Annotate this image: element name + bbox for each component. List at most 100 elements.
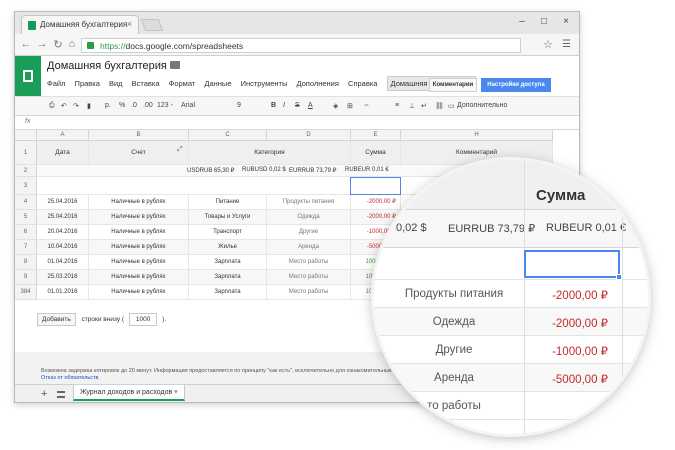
forward-icon[interactable]: → — [35, 38, 49, 50]
borders-icon[interactable]: ⊞ — [347, 102, 353, 110]
browser-tab[interactable]: Домашняя бухгалтерия × — [21, 15, 139, 34]
cell-subcategory[interactable]: Место работы — [267, 270, 351, 285]
folder-icon[interactable] — [170, 61, 180, 69]
all-sheets-icon[interactable] — [57, 391, 65, 398]
sheet-tab-dropdown-icon[interactable]: ▾ — [174, 389, 178, 396]
grid-corner[interactable] — [15, 130, 37, 141]
merge-icon[interactable]: ⇔ — [363, 102, 370, 109]
new-tab-button[interactable] — [140, 19, 164, 31]
row-number[interactable]: 4 — [15, 195, 37, 210]
cell-account[interactable]: Наличные в рублях — [89, 225, 189, 240]
undo-icon[interactable]: ↶ — [61, 102, 67, 110]
cell-date[interactable]: 01.04.2016 — [37, 255, 89, 270]
more-button[interactable]: Дополнительно — [457, 102, 507, 109]
cell-account[interactable]: Наличные в рублях — [89, 195, 189, 210]
decrease-decimals-button[interactable]: .0 — [131, 102, 137, 109]
cell-subcategory[interactable]: Место работы — [267, 255, 351, 270]
url-input[interactable]: https://docs.google.com/spreadsheets — [81, 38, 521, 53]
collapse-icon[interactable]: ⤢ — [177, 146, 183, 154]
column-header-e[interactable]: E — [351, 130, 401, 141]
home-icon[interactable]: ⌂ — [65, 38, 79, 50]
menu-edit[interactable]: Правка — [75, 79, 100, 88]
share-button[interactable]: Настройки доступа — [481, 78, 551, 92]
bookmark-star-icon[interactable]: ☆ — [543, 38, 553, 51]
row-number[interactable]: 1 — [15, 141, 37, 165]
cell-category[interactable]: Жилье — [189, 240, 267, 255]
sheets-logo-icon[interactable] — [15, 56, 41, 96]
doc-title[interactable]: Домашняя бухгалтерия — [47, 60, 167, 72]
maximize-button[interactable]: □ — [533, 16, 555, 27]
header-date[interactable]: Дата — [37, 141, 89, 165]
print-icon[interactable]: ⎙ — [49, 102, 55, 110]
fill-color-icon[interactable]: ◈ — [333, 102, 338, 110]
menu-tools[interactable]: Инструменты — [241, 79, 288, 88]
menu-format[interactable]: Формат — [169, 79, 196, 88]
column-header-d[interactable]: D — [267, 130, 351, 141]
cell-subcategory[interactable]: Аренда — [267, 240, 351, 255]
cell-category[interactable]: Зарплата — [189, 255, 267, 270]
cell-date[interactable]: 25.03.2016 — [37, 270, 89, 285]
header-account[interactable]: Счет — [89, 141, 189, 165]
row-number[interactable]: 8 — [15, 255, 37, 270]
row-number[interactable]: 6 — [15, 225, 37, 240]
cell-subcategory[interactable]: Другие — [267, 225, 351, 240]
sheet-tab-journal[interactable]: Журнал доходов и расходов ▾ — [73, 385, 185, 401]
cell-subcategory[interactable]: Место работы — [267, 285, 351, 300]
menu-help[interactable]: Справка — [348, 79, 377, 88]
column-header-b[interactable]: B — [89, 130, 189, 141]
cell-account[interactable]: Наличные в рублях — [89, 240, 189, 255]
align-icon[interactable]: ≡ — [395, 102, 399, 109]
column-header-a[interactable]: A — [37, 130, 89, 141]
font-dropdown[interactable]: Arial — [181, 102, 195, 109]
doc-star-icon[interactable]: ☆ — [155, 59, 164, 70]
row-number[interactable]: 5 — [15, 210, 37, 225]
menu-data[interactable]: Данные — [204, 79, 231, 88]
cell-category[interactable]: Товары и Услуги — [189, 210, 267, 225]
back-icon[interactable]: ← — [19, 38, 33, 50]
cell-subcategory[interactable]: Продукты питания — [267, 195, 351, 210]
column-header-c[interactable]: C — [189, 130, 267, 141]
text-color-button[interactable]: A — [308, 102, 313, 109]
bold-button[interactable]: B — [271, 102, 276, 109]
add-rows-count-input[interactable]: 1000 — [128, 313, 158, 326]
cell-account[interactable]: Наличные в рублях — [89, 270, 189, 285]
wrap-icon[interactable]: ↵ — [421, 102, 427, 110]
row-number[interactable]: 9 — [15, 270, 37, 285]
cell-category[interactable]: Транспорт — [189, 225, 267, 240]
italic-button[interactable]: I — [283, 102, 285, 109]
cell-category[interactable]: Зарплата — [189, 285, 267, 300]
font-size-dropdown[interactable]: 9 — [237, 102, 241, 109]
cell-category[interactable]: Зарплата — [189, 270, 267, 285]
number-format-dropdown[interactable]: 123 - — [157, 102, 173, 109]
menu-addons[interactable]: Дополнения — [296, 79, 338, 88]
cell-date[interactable]: 10.04.2016 — [37, 240, 89, 255]
cell-category[interactable]: Питание — [189, 195, 267, 210]
row-number[interactable]: 7 — [15, 240, 37, 255]
row-number[interactable]: 3 — [15, 177, 37, 195]
tab-close-icon[interactable]: × — [127, 19, 132, 29]
minimize-button[interactable]: – — [511, 16, 533, 27]
close-window-button[interactable]: × — [555, 16, 577, 27]
header-category[interactable]: Категория — [189, 141, 351, 165]
cell-date[interactable]: 01.01.2016 — [37, 285, 89, 300]
strike-button[interactable]: S — [295, 102, 300, 109]
cell-date[interactable]: 20.04.2016 — [37, 225, 89, 240]
valign-icon[interactable]: ⊥ — [409, 102, 415, 110]
link-icon[interactable]: ⛓ — [435, 102, 444, 110]
add-rows-button[interactable]: Добавить — [37, 313, 76, 326]
column-header-h[interactable]: H — [401, 130, 553, 141]
reload-icon[interactable]: ↻ — [51, 38, 65, 51]
menu-insert[interactable]: Вставка — [132, 79, 160, 88]
cell-subcategory[interactable]: Одежда — [267, 210, 351, 225]
cell-date[interactable]: 25.04.2016 — [37, 195, 89, 210]
row-number[interactable]: 2 — [15, 165, 37, 177]
cell-account[interactable]: Наличные в рублях — [89, 285, 189, 300]
redo-icon[interactable]: ↷ — [73, 102, 79, 110]
increase-decimals-button[interactable]: .00 — [143, 102, 153, 109]
formula-bar[interactable]: fx — [15, 116, 579, 130]
cell-date[interactable]: 25.04.2016 — [37, 210, 89, 225]
browser-menu-icon[interactable]: ☰ — [562, 39, 571, 50]
row-number[interactable]: 384 — [15, 285, 37, 300]
cell-account[interactable]: Наличные в рублях — [89, 255, 189, 270]
cell-account[interactable]: Наличные в рублях — [89, 210, 189, 225]
